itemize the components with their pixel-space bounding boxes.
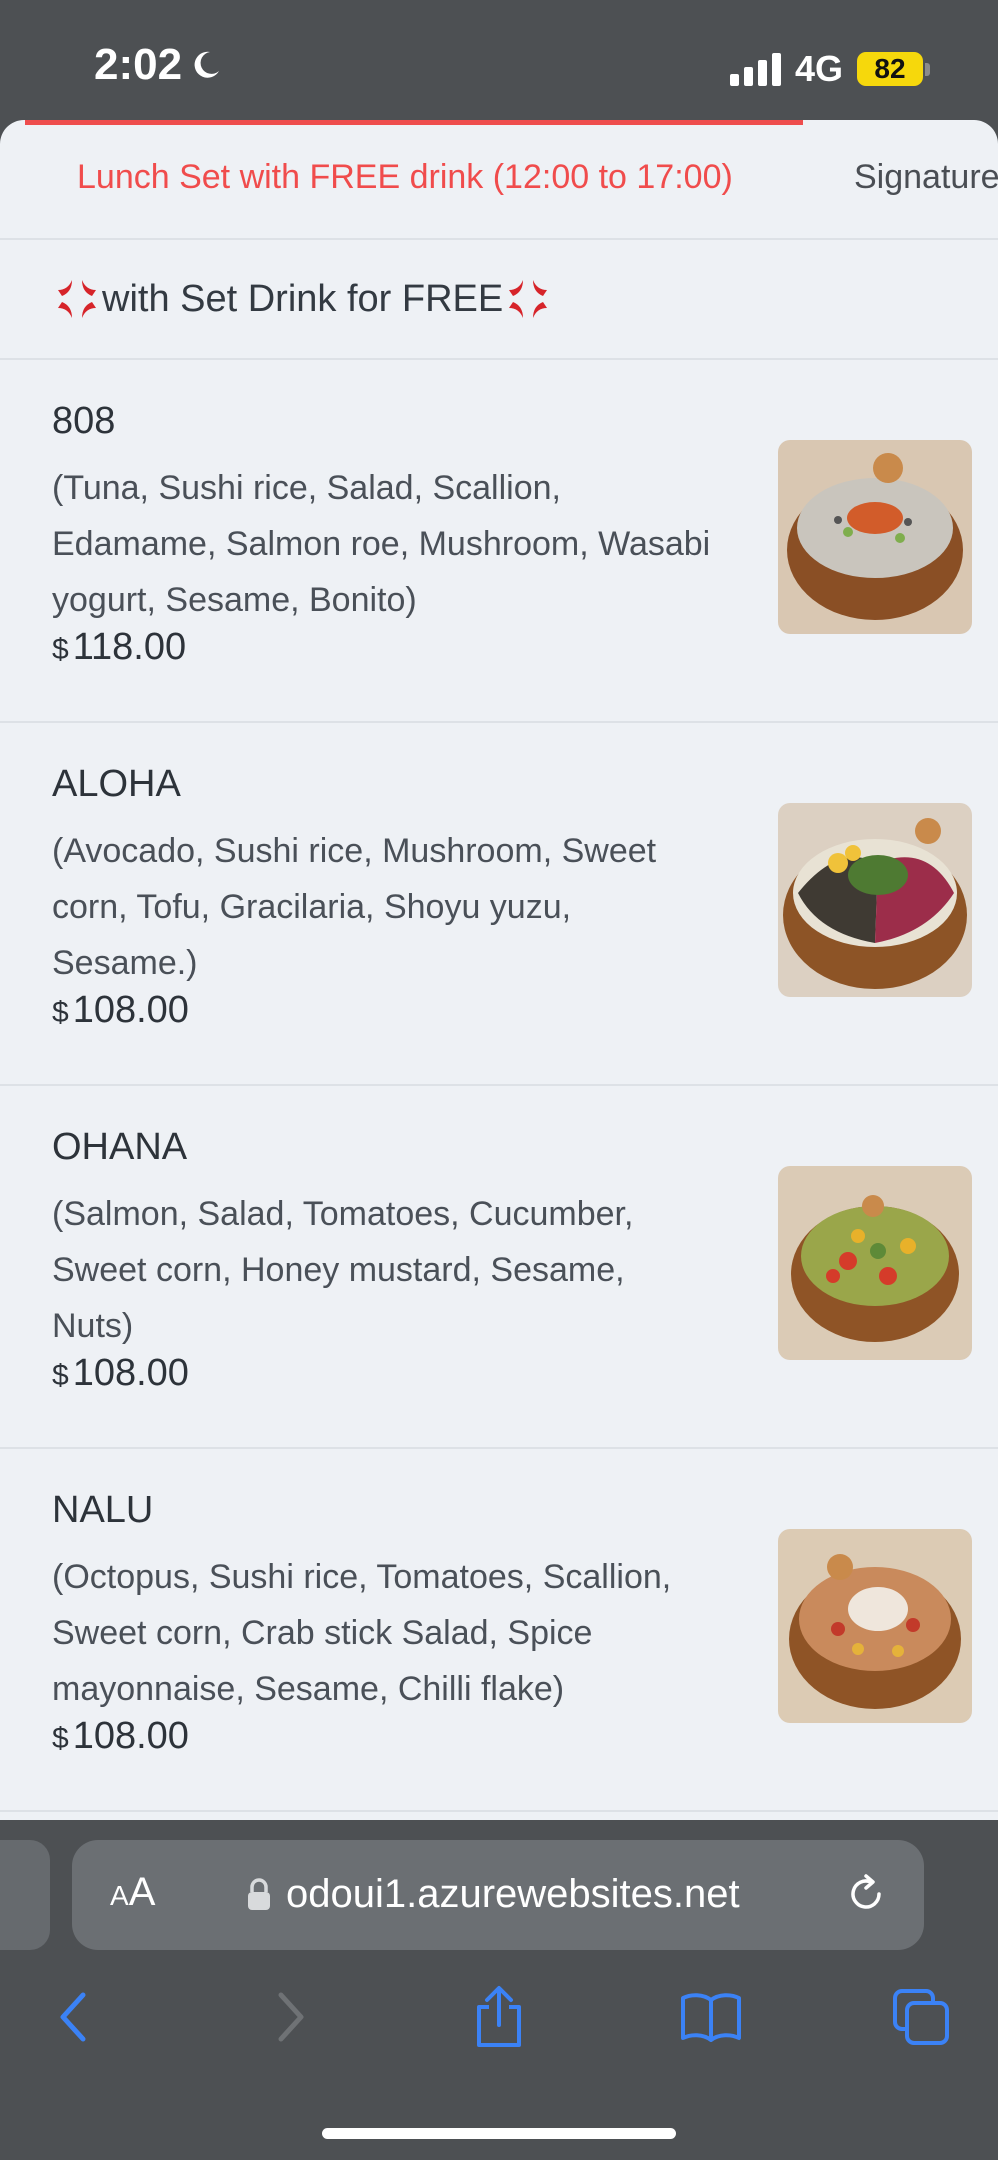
- share-icon: [477, 1986, 521, 2047]
- status-indicators: 4G 82: [729, 48, 930, 90]
- price-value: 108.00: [72, 989, 189, 1031]
- menu-item[interactable]: 808 (Tuna, Sushi rice, Salad, Scallion, …: [0, 360, 998, 723]
- battery-icon: 82: [857, 52, 930, 86]
- price-currency: $: [52, 633, 69, 666]
- cellular-signal-icon: [729, 52, 781, 86]
- web-page: Lunch Set with FREE drink (12:00 to 17:0…: [0, 120, 998, 1820]
- item-photo[interactable]: [778, 1166, 972, 1360]
- clock-text: 2:02: [94, 40, 183, 89]
- menu-item[interactable]: NALU (Octopus, Sushi rice, Tomatoes, Sca…: [0, 1449, 998, 1812]
- browser-toolbar: AA odoui1.azurewebsites.net: [0, 1820, 998, 2160]
- section-title: with Set Drink for FREE: [0, 240, 998, 360]
- item-name: 808: [52, 400, 116, 442]
- price-currency: $: [52, 1359, 69, 1392]
- forward-icon: [278, 1992, 304, 2042]
- price-value: 118.00: [72, 626, 187, 668]
- item-description: (Octopus, Sushi rice, Tomatoes, Scallion…: [52, 1558, 672, 1708]
- url-text: odoui1.azurewebsites.net: [286, 1872, 740, 1916]
- item-photo[interactable]: [778, 1529, 972, 1723]
- item-price: $ 108.00: [52, 1352, 189, 1395]
- tab-signature[interactable]: Signature: [854, 158, 998, 197]
- share-button[interactable]: [464, 1982, 534, 2052]
- anger-symbol-icon: [54, 276, 100, 322]
- item-price: $ 108.00: [52, 989, 189, 1032]
- item-description: (Avocado, Sushi rice, Mushroom, Sweet co…: [52, 832, 657, 982]
- bookmarks-icon: [681, 1993, 741, 2042]
- item-name: ALOHA: [52, 763, 181, 805]
- network-type: 4G: [794, 48, 843, 89]
- item-description: (Tuna, Sushi rice, Salad, Scallion, Edam…: [52, 469, 711, 619]
- status-time: 2:02: [94, 40, 222, 90]
- bookmarks-button[interactable]: [676, 1982, 746, 2052]
- page-load-progress: [25, 120, 803, 125]
- previous-tab-preview[interactable]: [0, 1840, 50, 1950]
- item-name: NALU: [52, 1489, 154, 1531]
- tabs-button[interactable]: [886, 1982, 956, 2052]
- anger-symbol-icon: [505, 276, 551, 322]
- price-currency: $: [52, 996, 69, 1029]
- item-description: (Salmon, Salad, Tomatoes, Cucumber, Swee…: [52, 1195, 634, 1345]
- item-price: $ 118.00: [52, 626, 186, 669]
- battery-level: 82: [857, 52, 923, 86]
- back-icon: [60, 1992, 86, 2042]
- menu-item[interactable]: ALOHA (Avocado, Sushi rice, Mushroom, Sw…: [0, 723, 998, 1086]
- item-photo[interactable]: [778, 803, 972, 997]
- category-tabs: Lunch Set with FREE drink (12:00 to 17:0…: [0, 120, 998, 240]
- menu-item[interactable]: OHANA (Salmon, Salad, Tomatoes, Cucumber…: [0, 1086, 998, 1449]
- reload-icon[interactable]: [842, 1870, 890, 1918]
- price-value: 108.00: [72, 1715, 189, 1757]
- forward-button[interactable]: [254, 1982, 324, 2052]
- moon-icon: [194, 51, 220, 78]
- text-size-button[interactable]: AA: [110, 1870, 155, 1915]
- item-price: $ 108.00: [52, 1715, 189, 1758]
- tabs-icon: [893, 1989, 949, 2045]
- address-bar[interactable]: AA odoui1.azurewebsites.net: [72, 1840, 924, 1950]
- section-title-text: with Set Drink for FREE: [102, 277, 504, 320]
- item-name: OHANA: [52, 1126, 188, 1168]
- price-value: 108.00: [72, 1352, 189, 1394]
- item-photo[interactable]: [778, 440, 972, 634]
- lock-icon: [248, 1878, 270, 1910]
- tab-lunch-set[interactable]: Lunch Set with FREE drink (12:00 to 17:0…: [77, 158, 733, 197]
- status-bar: 2:02 4G 82: [0, 0, 998, 122]
- home-indicator[interactable]: [322, 2128, 676, 2139]
- back-button[interactable]: [40, 1982, 110, 2052]
- price-currency: $: [52, 1722, 69, 1755]
